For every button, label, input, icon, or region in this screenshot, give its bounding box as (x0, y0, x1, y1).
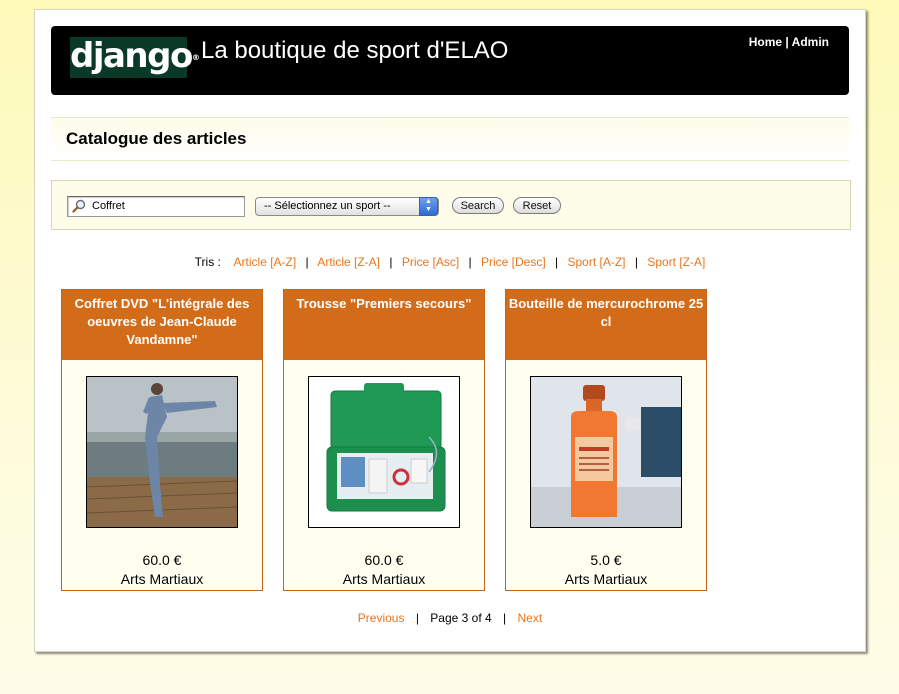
page-title: Catalogue des articles (66, 129, 247, 148)
top-nav: Home | Admin (749, 35, 829, 49)
sort-price-desc[interactable]: Price [Desc] (481, 255, 546, 269)
select-arrows-icon: ▲ ▼ (419, 197, 438, 216)
magnifier-icon (72, 199, 86, 213)
product-title[interactable]: Bouteille de mercurochrome 25 cl (506, 290, 706, 360)
product-price: 5.0 € (590, 552, 622, 568)
django-logo[interactable]: django® (70, 37, 200, 78)
sort-sport-asc[interactable]: Sport [A-Z] (568, 255, 626, 269)
site-title: La boutique de sport d'ELAO (201, 37, 509, 64)
product-card[interactable]: Bouteille de mercurochrome 25 cl 5.0 € A… (505, 289, 707, 591)
sort-article-desc[interactable]: Article [Z-A] (317, 255, 380, 269)
product-image-first-aid-kit[interactable] (308, 376, 460, 528)
reset-button[interactable]: Reset (513, 197, 561, 214)
sort-separator: | (468, 255, 472, 269)
product-image-martial-artist[interactable] (86, 376, 238, 528)
next-page-link[interactable]: Next (518, 611, 543, 625)
catalog-header: Catalogue des articles (51, 117, 849, 161)
pager-separator: | (503, 611, 507, 625)
sort-separator: | (634, 255, 638, 269)
sort-separator: | (389, 255, 393, 269)
nav-separator: | (782, 35, 792, 49)
sport-select[interactable]: -- Sélectionnez un sport -- ▲ ▼ (255, 197, 439, 216)
product-image-mercurochrome-bottle[interactable] (530, 376, 682, 528)
sort-separator: | (555, 255, 559, 269)
page-container: django® La boutique de sport d'ELAO Home… (34, 9, 866, 652)
previous-page-link[interactable]: Previous (358, 611, 405, 625)
product-card[interactable]: Coffret DVD "L'intégrale des oeuvres de … (61, 289, 263, 591)
product-price: 60.0 € (142, 552, 182, 568)
site-header: django® La boutique de sport d'ELAO Home… (51, 26, 849, 95)
sort-price-asc[interactable]: Price [Asc] (402, 255, 459, 269)
product-category: Arts Martiaux (564, 571, 648, 587)
product-category: Arts Martiaux (342, 571, 426, 587)
sort-label: Tris : (194, 255, 221, 269)
sort-sport-desc[interactable]: Sport [Z-A] (647, 255, 705, 269)
admin-link[interactable]: Admin (792, 35, 829, 49)
search-input[interactable] (92, 198, 240, 214)
search-field[interactable] (67, 196, 245, 217)
search-button[interactable]: Search (452, 197, 504, 214)
pagination: Previous | Page 3 of 4 | Next (35, 611, 865, 625)
page-status: Page 3 of 4 (430, 611, 492, 625)
pager-separator: | (415, 611, 419, 625)
sort-bar: Tris : Article [A-Z] | Article [Z-A] | P… (35, 255, 865, 269)
search-bar: -- Sélectionnez un sport -- ▲▼ Search Re… (51, 180, 851, 230)
sort-article-asc[interactable]: Article [A-Z] (234, 255, 297, 269)
sport-select-value: -- Sélectionnez un sport -- (264, 200, 391, 212)
product-card[interactable]: Trousse "Premiers secours" 60.0 € Arts M… (283, 289, 485, 591)
product-title[interactable]: Trousse "Premiers secours" (284, 290, 484, 360)
product-price: 60.0 € (364, 552, 404, 568)
product-category: Arts Martiaux (120, 571, 204, 587)
sort-separator: | (305, 255, 309, 269)
product-title[interactable]: Coffret DVD "L'intégrale des oeuvres de … (62, 290, 262, 360)
home-link[interactable]: Home (749, 35, 782, 49)
